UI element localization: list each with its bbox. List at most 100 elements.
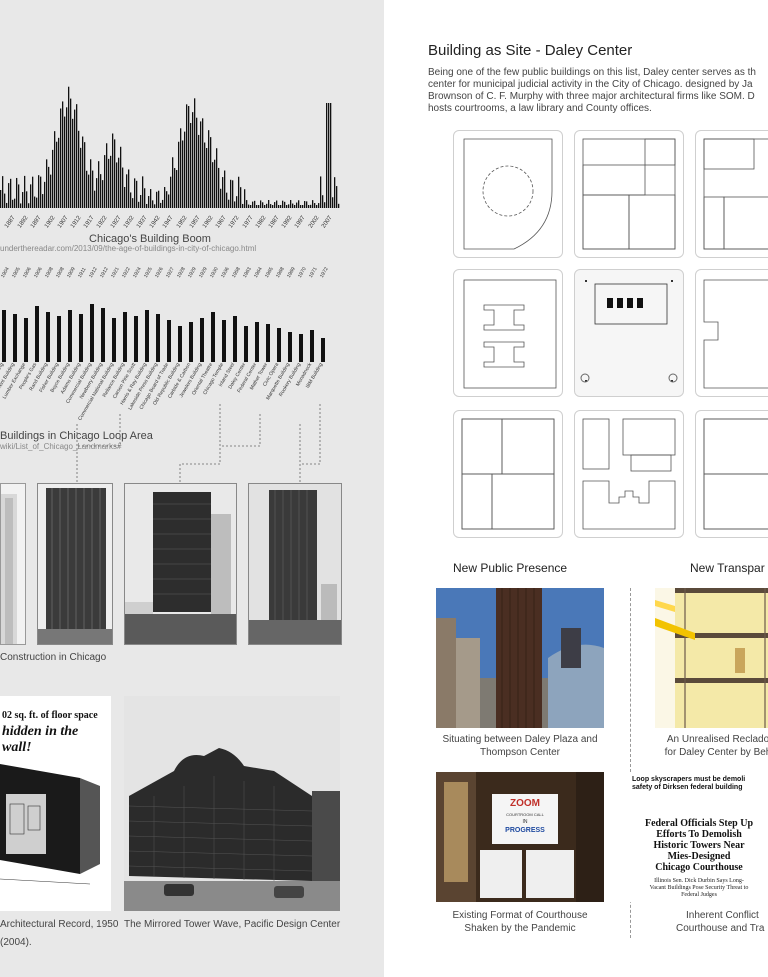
boom-bar (198, 134, 200, 208)
boom-bar (132, 198, 134, 208)
daley-plaza-photo (436, 588, 604, 728)
loop-year-label: 1905 (11, 266, 22, 279)
reclad-caption-line: An Unrealised Reclado (666, 734, 768, 745)
boom-bar (112, 133, 114, 208)
page-title: Building as Site - Daley Center (428, 42, 633, 59)
building-boom-chart (0, 86, 340, 208)
boom-bar (152, 200, 154, 208)
loop-year-label: 1912 (99, 266, 110, 279)
boom-bar (178, 141, 180, 208)
boom-bar (150, 189, 152, 208)
boom-bar (318, 203, 320, 208)
boom-bar (336, 186, 338, 208)
boom-bar (312, 200, 314, 208)
leader-lines (76, 404, 321, 486)
boom-bar (80, 147, 82, 208)
loop-year-label: 1964 (253, 266, 264, 279)
boom-year-label: 2002 (307, 215, 321, 230)
floor-plan-4 (453, 269, 563, 397)
boom-bar (330, 103, 332, 208)
loop-year-label: 1921 (110, 266, 121, 279)
floor-plan-3 (695, 130, 768, 258)
zoom-caption-line: Existing Format of Courthouse (452, 910, 588, 921)
loop-bar (222, 320, 226, 362)
intro-line: center for municipal judicial activity i… (428, 79, 753, 90)
news-clipping: Loop skyscrapers must be demoli safety o… (630, 772, 768, 902)
loop-year-label: 1906 (33, 266, 44, 279)
loop-year-label: 1926 (154, 266, 165, 279)
loop-bar (211, 312, 215, 362)
boom-bar (12, 199, 14, 208)
boom-bar (68, 86, 70, 208)
loop-bar (189, 322, 193, 362)
floor-plan-7 (453, 410, 563, 538)
boom-bar (158, 190, 160, 208)
loop-bar (24, 318, 28, 362)
boom-bar (140, 195, 142, 208)
boom-year-label: 1917 (83, 215, 96, 230)
loop-bar (57, 316, 61, 362)
boom-bar (76, 104, 78, 208)
boom-bar (138, 201, 140, 208)
boom-bar (110, 155, 112, 208)
boom-bar (290, 200, 292, 208)
boom-bar (246, 200, 248, 208)
boom-bar (118, 157, 120, 208)
boom-bar (10, 178, 12, 208)
plaza-caption-line: Thompson Center (479, 747, 561, 758)
intro-line: Brownson of C. F. Murphy with three majo… (428, 91, 755, 102)
loop-year-label: 1969 (286, 266, 297, 279)
towers-caption: Construction in Chicago (0, 652, 107, 663)
boom-bar (266, 203, 268, 208)
boom-bar (174, 168, 176, 208)
boom-bar (248, 204, 250, 208)
news-top-line: safety of Dirksen federal building (632, 784, 743, 791)
boom-bar (316, 205, 318, 208)
boom-bar (168, 194, 170, 208)
loop-bar (46, 312, 50, 362)
boom-bar (262, 202, 264, 208)
boom-bar (20, 203, 22, 208)
loop-year-label: 1936 (220, 266, 231, 279)
boom-bar (94, 190, 96, 208)
loop-year-label: 1971 (308, 266, 319, 279)
boom-bar (252, 201, 254, 208)
boom-bar (8, 183, 10, 208)
boom-bar (334, 177, 336, 208)
reclad-caption-line: for Daley Center by Beh (664, 747, 768, 758)
news-deck: Illinois Sen. Dick Durbin Says Long- Vac… (630, 878, 768, 899)
boom-bar (286, 205, 288, 208)
loop-bar (145, 310, 149, 362)
boom-bar (2, 176, 4, 208)
boom-year-label: 1992 (281, 215, 294, 230)
boom-chart-source: underthereadar.com/2013/09/the-age-of-bu… (0, 244, 257, 253)
loop-year-label: 1904 (0, 266, 11, 279)
loop-bar (68, 310, 72, 362)
loop-buildings-chart (2, 304, 325, 362)
boom-bar (86, 170, 88, 208)
loop-bar (321, 338, 325, 362)
news-deck-line: Federal Judges (681, 892, 717, 898)
boom-bar (148, 196, 150, 208)
loop-year-label: 1925 (143, 266, 154, 279)
loop-bar (310, 330, 314, 362)
boom-bar (206, 147, 208, 208)
boom-bar (208, 130, 210, 208)
boom-bar (216, 148, 218, 208)
boom-bar (96, 178, 98, 208)
loop-bar (35, 306, 39, 362)
loop-year-label: 1970 (297, 266, 308, 279)
boom-bar (24, 175, 26, 208)
loop-bar (167, 320, 171, 362)
boom-bar (250, 205, 252, 208)
ad-image: 02 sq. ft. of floor space hidden in the … (0, 696, 111, 911)
loop-year-label: 1912 (88, 266, 99, 279)
zoom-sign-sub: COURTROOM CALL (506, 812, 544, 817)
floor-plan-5 (574, 269, 684, 397)
boom-bar (136, 180, 138, 208)
boom-bar (272, 205, 274, 208)
boom-bar (300, 205, 302, 208)
boom-bar (154, 204, 156, 208)
boom-bar (230, 179, 232, 208)
boom-year-label: 1982 (254, 215, 268, 230)
